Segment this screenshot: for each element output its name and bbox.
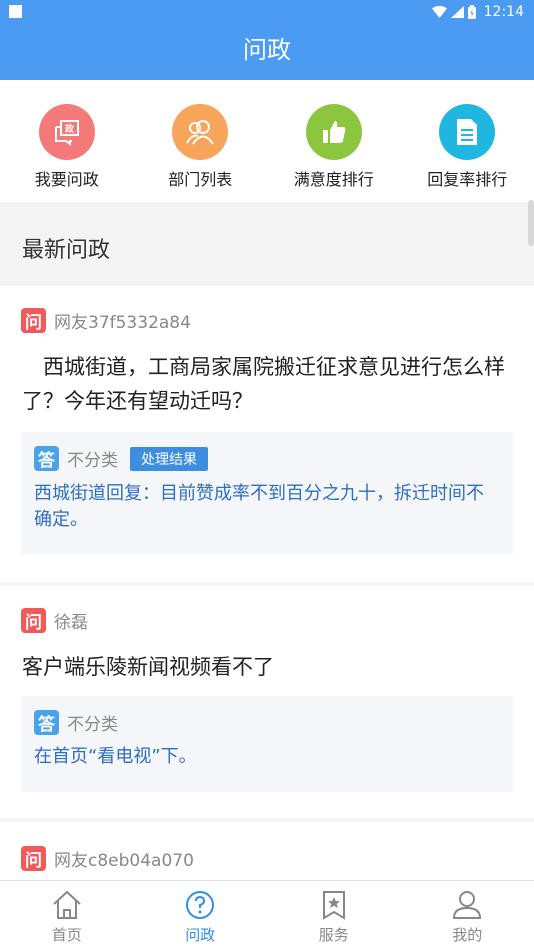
post-card[interactable]: 问 网友c8eb04a070 [0,822,534,882]
answer-text: 在首页“看电视”下。 [34,744,499,770]
answer-tag: 答 [34,446,59,471]
answer-header: 答 不分类 [34,710,118,735]
tab-label: 服务 [319,926,349,944]
thumbs-up-icon [306,104,362,160]
question-text: 西城街道，工商局家属院搬迁征求意见进行怎么样了？今年还有望动迁吗？ [22,350,512,418]
tab-mine[interactable]: 我的 [401,881,534,951]
quick-action-label: 部门列表 [134,166,268,190]
bottom-nav: 首页 问政 服务 我的 [0,880,534,951]
section-header: 最新问政 [0,202,534,286]
post-author: 网友c8eb04a070 [54,846,194,871]
quick-action-satisfaction[interactable]: 满意度排行 [267,80,401,202]
bookmark-star-icon [318,889,350,921]
document-icon [439,104,495,160]
page-title: 问政 [243,36,291,64]
post-author: 徐磊 [54,608,88,633]
app-header: 问政 [0,24,534,80]
question-tag: 问 [21,308,46,333]
tab-home[interactable]: 首页 [0,881,134,951]
answer-category: 不分类 [67,710,118,735]
answer-header: 答 不分类 处理结果 [34,446,208,471]
post-author: 网友37f5332a84 [54,308,191,333]
answer-tag: 答 [34,710,59,735]
quick-action-reply-rate[interactable]: 回复率排行 [401,80,534,202]
quick-action-label: 满意度排行 [267,166,401,190]
answer-text: 西城街道回复：目前赞成率不到百分之九十，拆迁时间不确定。 [34,481,499,533]
status-icons: 12:14 [432,3,524,21]
ask-icon: 政 [39,104,95,160]
tab-label: 我的 [452,926,482,944]
wifi-icon [432,6,447,18]
battery-icon [468,5,476,19]
person-icon [451,889,483,921]
status-bar: 12:14 [0,0,534,24]
question-tag: 问 [21,846,46,871]
notification-icon [9,5,22,18]
svg-text:政: 政 [65,123,75,135]
answer-box: 答 不分类 处理结果 西城街道回复：目前赞成率不到百分之九十，拆迁时间不确定。 [21,432,513,554]
tab-label: 问政 [185,926,215,944]
home-icon [51,889,83,921]
signal-icon [451,6,464,18]
post-card[interactable]: 问 网友37f5332a84 西城街道，工商局家属院搬迁征求意见进行怎么样了？今… [0,286,534,582]
question-icon [184,889,216,921]
answer-category: 不分类 [67,446,118,471]
quick-actions: 政 我要问政 部门列表 满意度排行 [0,80,534,202]
tab-wenzheng[interactable]: 问政 [134,881,268,951]
tab-service[interactable]: 服务 [267,881,401,951]
post-card[interactable]: 问 徐磊 客户端乐陵新闻视频看不了 答 不分类 在首页“看电视”下。 [0,586,534,818]
post-header: 问 网友37f5332a84 [21,308,191,333]
clock: 12:14 [484,4,524,20]
people-icon [172,104,228,160]
scrollbar-thumb[interactable] [528,200,534,246]
question-tag: 问 [21,608,46,633]
section-title: 最新问政 [22,232,110,264]
post-header: 问 网友c8eb04a070 [21,846,194,871]
answer-box: 答 不分类 在首页“看电视”下。 [21,696,513,792]
quick-action-departments[interactable]: 部门列表 [134,80,268,202]
post-header: 问 徐磊 [21,608,88,633]
question-text: 客户端乐陵新闻视频看不了 [22,650,512,684]
tab-label: 首页 [52,926,82,944]
quick-action-label: 回复率排行 [401,166,534,190]
status-badge: 处理结果 [130,447,208,471]
quick-action-label: 我要问政 [0,166,134,190]
quick-action-ask[interactable]: 政 我要问政 [0,80,134,202]
